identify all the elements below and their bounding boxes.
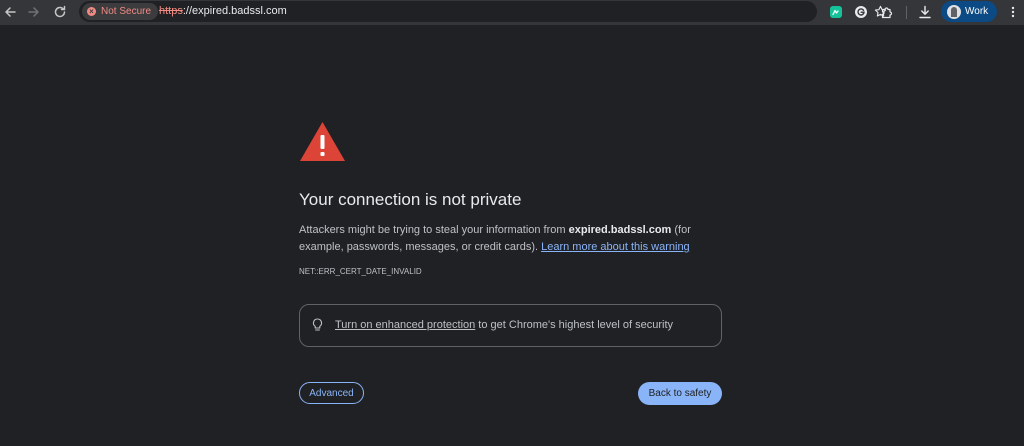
back-button[interactable] xyxy=(0,2,20,22)
warning-icon xyxy=(299,121,346,167)
back-to-safety-button[interactable]: Back to safety xyxy=(638,382,722,405)
g-extension-button[interactable] xyxy=(851,2,871,22)
download-icon xyxy=(919,5,931,19)
enhanced-protection-text: Turn on enhanced protection to get Chrom… xyxy=(335,319,673,331)
lightbulb-icon xyxy=(312,318,323,337)
arrow-right-icon xyxy=(28,7,39,17)
url-scheme: https xyxy=(159,5,183,17)
security-chip[interactable]: × Not Secure xyxy=(82,3,159,20)
address-bar[interactable]: × Not Secure https://expired.badssl.com xyxy=(79,1,887,22)
kebab-menu-icon xyxy=(1011,6,1015,18)
puzzle-icon xyxy=(881,7,893,19)
grammarly-extension-button[interactable] xyxy=(826,2,846,22)
url-host: ://expired.badssl.com xyxy=(182,5,287,17)
browser-toolbar: × Not Secure https://expired.badssl.com xyxy=(0,0,1024,25)
learn-more-link[interactable]: Learn more about this warning xyxy=(541,241,690,253)
extensions-button[interactable] xyxy=(877,2,897,22)
body-domain: expired.badssl.com xyxy=(568,224,672,236)
menu-button[interactable] xyxy=(1003,2,1023,22)
url-text[interactable]: https://expired.badssl.com xyxy=(159,5,287,17)
g-extension-icon xyxy=(855,6,867,18)
profile-button[interactable]: Work xyxy=(941,1,997,22)
enhanced-protection-link[interactable]: Turn on enhanced protection xyxy=(335,319,475,331)
warning-description: Attackers might be trying to steal your … xyxy=(299,222,729,256)
page-title: Your connection is not private xyxy=(299,190,522,209)
advanced-button[interactable]: Advanced xyxy=(299,382,364,404)
not-secure-icon: × xyxy=(87,7,96,16)
avatar xyxy=(947,4,961,19)
forward-button[interactable] xyxy=(24,2,44,22)
enhanced-protection-box: Turn on enhanced protection to get Chrom… xyxy=(299,304,722,347)
arrow-left-icon xyxy=(5,7,16,17)
reload-icon xyxy=(54,5,66,18)
error-code: NET::ERR_CERT_DATE_INVALID xyxy=(299,267,422,276)
security-chip-label: Not Secure xyxy=(101,6,152,17)
profile-name: Work xyxy=(965,6,989,17)
enhanced-protection-suffix: to get Chrome's highest level of securit… xyxy=(475,319,673,331)
toolbar-divider xyxy=(906,6,907,19)
downloads-button[interactable] xyxy=(915,2,935,22)
body-prefix: Attackers might be trying to steal your … xyxy=(299,224,569,236)
reload-button[interactable] xyxy=(50,2,70,22)
grammarly-extension-icon xyxy=(830,6,842,18)
